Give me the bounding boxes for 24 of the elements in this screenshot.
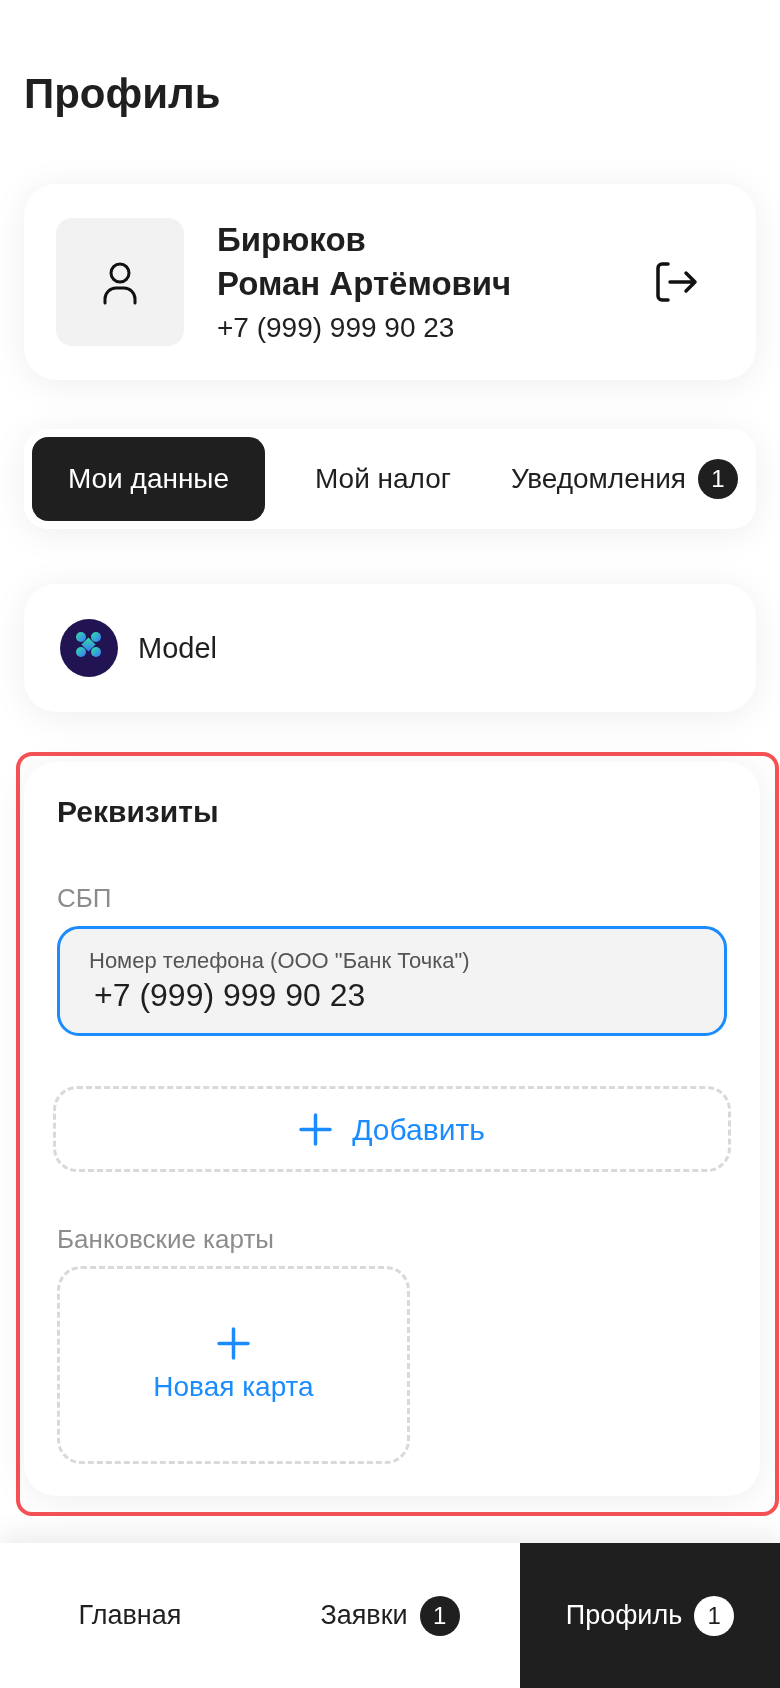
sbp-label: СБП (57, 882, 112, 915)
notification-count: 1 (419, 1595, 460, 1636)
nav-tab[interactable]: Главная (0, 1543, 260, 1688)
organization-name: Model (138, 631, 217, 666)
tab[interactable]: Мои данные (32, 437, 265, 521)
plus-icon (217, 1326, 250, 1360)
logout-icon[interactable] (656, 262, 698, 302)
plus-icon (299, 1112, 333, 1146)
tab[interactable]: Уведомления 1 (501, 437, 748, 521)
page-title: Профиль (24, 69, 221, 119)
tab[interactable]: Мой налог (265, 437, 501, 521)
section-title: Реквизиты (57, 794, 219, 830)
user-name: Бирюков Роман Артёмович (217, 220, 512, 304)
notification-count: 1 (694, 1595, 735, 1636)
phone-input-field[interactable]: Номер телефона (ООО "Банк Точка") +7 (999) 999 90 23 (57, 926, 727, 1036)
nav-tab[interactable]: Заявки 1 (260, 1543, 520, 1688)
logo-icon (60, 619, 118, 677)
nav-tab[interactable]: Профиль 1 (520, 1543, 780, 1688)
field-label: Номер телефона (ООО "Банк Точка") (89, 947, 470, 975)
organization-card[interactable]: Model (24, 584, 756, 712)
notification-count: 1 (698, 459, 739, 499)
bank-cards-label: Банковские карты (57, 1223, 274, 1256)
avatar-icon (56, 218, 184, 346)
phone-number: +7 (999) 999 90 23 (217, 311, 455, 345)
